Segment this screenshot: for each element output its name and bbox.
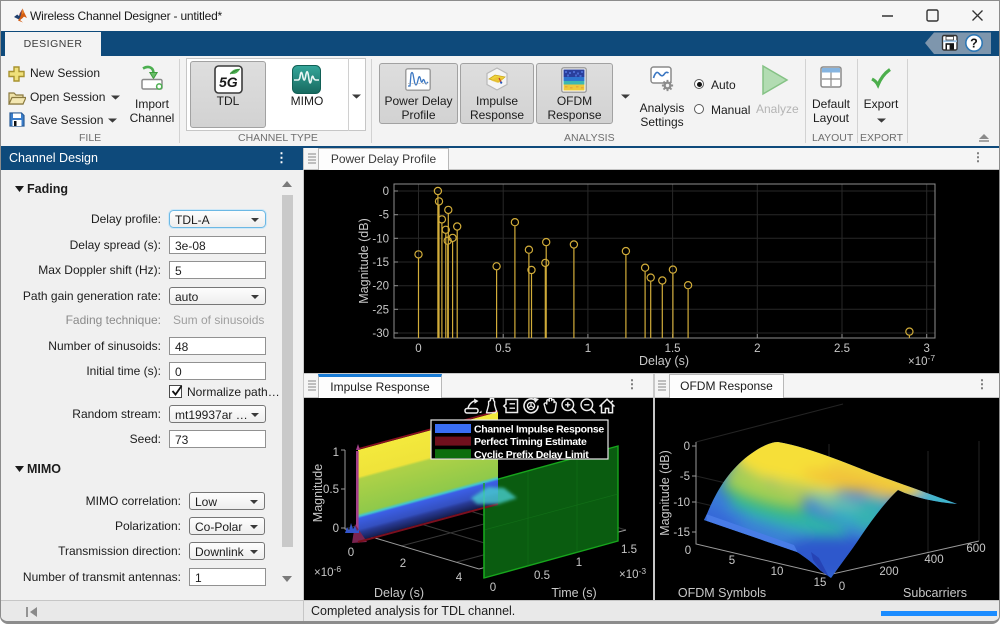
svg-text:0: 0 (348, 547, 354, 559)
svg-text:Channel Impulse Response: Channel Impulse Response (474, 424, 604, 436)
svg-text:Delay (s): Delay (s) (374, 586, 424, 600)
svg-text:-30: -30 (372, 328, 389, 340)
svg-text:0.5: 0.5 (495, 343, 511, 355)
svg-text:1: 1 (576, 557, 582, 569)
svg-text:-5: -5 (379, 210, 389, 222)
svg-text:0: 0 (839, 581, 845, 593)
svg-text:0: 0 (415, 343, 421, 355)
svg-text:15: 15 (814, 577, 827, 589)
svg-text:-10: -10 (372, 233, 389, 245)
svg-text:0: 0 (685, 545, 691, 557)
svg-text:0.5: 0.5 (323, 484, 339, 496)
svg-text:1: 1 (333, 447, 339, 459)
svg-text:Delay (s): Delay (s) (639, 354, 689, 368)
svg-text:2.5: 2.5 (834, 343, 850, 355)
svg-text:OFDM Symbols: OFDM Symbols (678, 586, 766, 600)
svg-text:4: 4 (456, 572, 463, 584)
svg-text:400: 400 (924, 554, 943, 566)
svg-text:2: 2 (754, 343, 760, 355)
svg-text:0: 0 (684, 441, 690, 453)
svg-text:10: 10 (771, 566, 784, 578)
svg-text:-15: -15 (372, 257, 389, 269)
svg-text:-15: -15 (673, 527, 690, 539)
svg-text:-10: -10 (673, 497, 690, 509)
svg-text:2: 2 (400, 558, 406, 570)
svg-text:Magnitude (dB): Magnitude (dB) (658, 450, 672, 535)
svg-text:-5: -5 (680, 471, 690, 483)
svg-text:Cyclic Prefix Delay Limit: Cyclic Prefix Delay Limit (474, 449, 589, 461)
svg-text:?: ? (970, 37, 978, 51)
svg-text:Time (s): Time (s) (551, 586, 596, 600)
svg-text:Magnitude: Magnitude (311, 464, 325, 522)
svg-text:0: 0 (490, 582, 496, 594)
svg-text:Magnitude (dB): Magnitude (dB) (357, 218, 371, 303)
svg-text:-25: -25 (372, 304, 389, 316)
svg-text:600: 600 (966, 543, 985, 555)
svg-text:Perfect Timing Estimate: Perfect Timing Estimate (474, 436, 587, 448)
svg-text:0.5: 0.5 (534, 570, 550, 582)
svg-text:-20: -20 (372, 281, 389, 293)
svg-text:5: 5 (729, 555, 735, 567)
svg-text:0: 0 (333, 523, 339, 535)
svg-text:5G: 5G (219, 74, 238, 90)
svg-text:1.5: 1.5 (621, 544, 637, 556)
svg-text:0: 0 (383, 186, 389, 198)
svg-text:Subcarriers: Subcarriers (903, 586, 967, 600)
svg-text:1: 1 (585, 343, 591, 355)
svg-text:200: 200 (879, 566, 898, 578)
